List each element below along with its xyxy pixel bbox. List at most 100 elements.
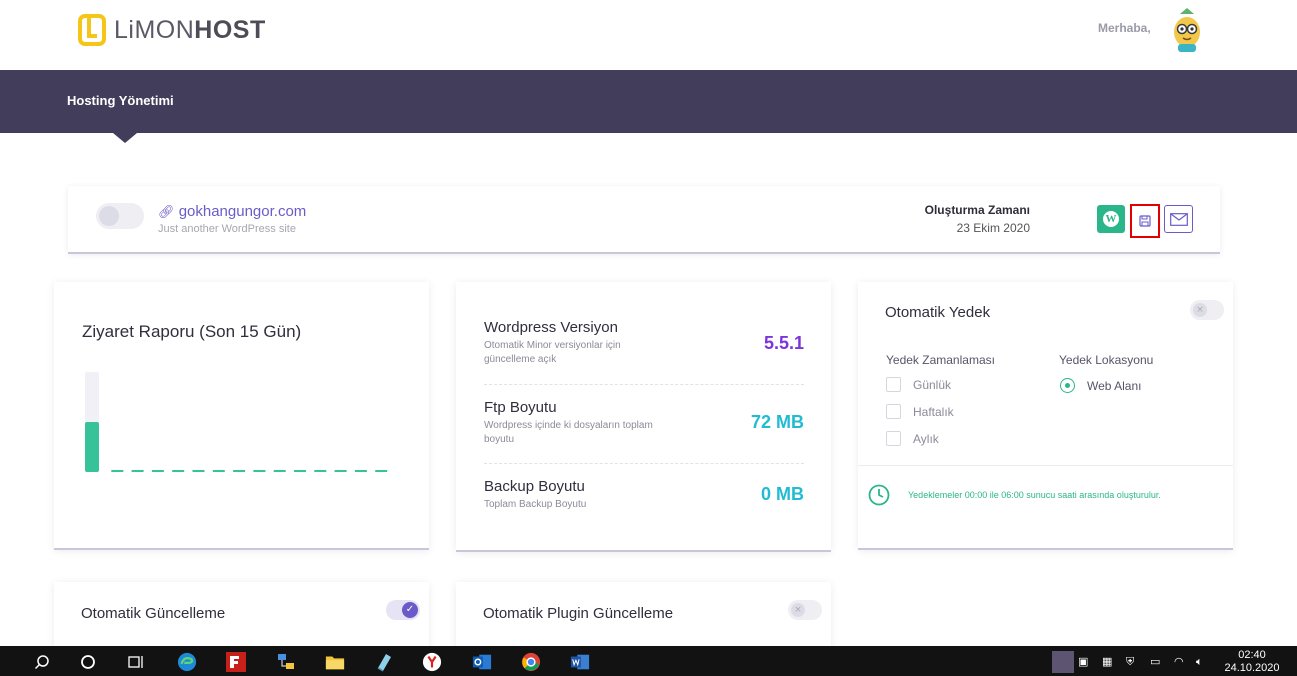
checkbox[interactable] — [886, 377, 901, 392]
chart-bar — [192, 470, 205, 472]
wp-version-desc: Otomatik Minor versiyonlar için güncelle… — [484, 340, 621, 365]
toggle-knob: × — [791, 603, 805, 617]
outlook-icon[interactable] — [472, 652, 492, 672]
top-header: LiMONHOST Merhaba, — [0, 0, 1297, 70]
chart-bar — [354, 470, 367, 472]
system-clock[interactable]: 02:40 24.10.2020 — [1222, 649, 1282, 675]
lemon-logo-icon — [78, 14, 106, 46]
nav-active-indicator — [113, 133, 137, 143]
chart-bar — [131, 470, 144, 472]
volume-icon[interactable]: 🔈︎ — [1196, 655, 1203, 669]
filezilla-icon[interactable] — [226, 652, 246, 672]
auto-backup-card: Otomatik Yedek × Yedek Zamanlaması Yedek… — [858, 282, 1233, 550]
tray-app-icon[interactable]: ▣ — [1078, 655, 1088, 668]
option-label: Haftalık — [913, 404, 954, 419]
tray-app-icon-2[interactable]: ▦ — [1102, 655, 1112, 668]
divider — [484, 463, 804, 464]
security-shield-icon[interactable]: ⛨ — [1126, 655, 1134, 669]
wordpress-button[interactable]: W — [1097, 205, 1125, 233]
option-weekly[interactable]: Haftalık — [886, 404, 954, 419]
auto-backup-title: Otomatik Yedek — [885, 304, 991, 321]
wp-version-row: Wordpress Versiyon Otomatik Minor versiy… — [484, 319, 804, 367]
backup-size-desc: Toplam Backup Boyutu — [484, 499, 587, 510]
auto-backup-toggle[interactable]: × — [1190, 300, 1224, 320]
pen-tray-icon[interactable] — [1052, 651, 1074, 673]
schedule-label: Yedek Zamanlaması — [886, 353, 995, 367]
visit-report-card: Ziyaret Raporu (Son 15 Gün) — [54, 282, 429, 550]
visit-report-title: Ziyaret Raporu (Son 15 Gün) — [82, 322, 302, 341]
ftp-size-value: 72 MB — [750, 412, 804, 432]
task-view-icon[interactable] — [126, 652, 146, 672]
search-icon[interactable] — [32, 652, 52, 672]
edge-icon[interactable] — [177, 652, 197, 672]
chart-bar — [375, 470, 388, 472]
cortana-icon[interactable] — [78, 652, 98, 672]
chart-bar — [334, 470, 347, 472]
check-icon: ✓ — [402, 602, 418, 618]
section-divider — [858, 465, 1233, 466]
mail-button[interactable] — [1164, 205, 1193, 233]
location-label: Yedek Lokasyonu — [1059, 353, 1154, 367]
chart-bar — [151, 470, 164, 472]
chart-bar — [212, 470, 225, 472]
option-label: Aylık — [913, 431, 939, 446]
save-button[interactable] — [1130, 204, 1160, 238]
auto-plugin-update-title: Otomatik Plugin Güncelleme — [483, 605, 674, 622]
yandex-browser-icon[interactable] — [422, 652, 442, 672]
battery-icon[interactable]: ▭ — [1150, 655, 1160, 668]
location-web-area[interactable]: Web Alanı — [1060, 378, 1141, 393]
file-explorer-icon[interactable] — [325, 652, 345, 672]
divider — [484, 384, 804, 385]
auto-update-toggle[interactable]: ✓ — [386, 600, 420, 620]
wp-version-value: 5.5.1 — [763, 333, 804, 353]
avatar[interactable] — [1166, 6, 1208, 54]
visit-chart — [85, 372, 388, 472]
chart-bar — [111, 470, 124, 472]
backup-size-row: Backup Boyutu Toplam Backup Boyutu 0 MB — [484, 478, 804, 512]
checkbox[interactable] — [886, 431, 901, 446]
site-link[interactable]: 🔗︎ gokhangungor.com — [158, 203, 306, 220]
windows-taskbar: ▣ ▦ ⛨ ▭ ◠ 🔈︎ 02:40 24.10.2020 — [0, 646, 1297, 676]
site-toggle[interactable] — [96, 203, 144, 229]
clock-time: 02:40 — [1238, 649, 1266, 661]
backup-note: Yedeklemeler 00:00 ile 06:00 sunucu saat… — [908, 490, 1161, 500]
created-value: 23 Ekim 2020 — [956, 221, 1030, 235]
network-app-icon[interactable] — [276, 652, 296, 672]
floppy-disk-icon — [1139, 215, 1151, 227]
created-label: Oluşturma Zamanı — [924, 203, 1030, 217]
site-bar: 🔗︎ gokhangungor.com Just another WordPre… — [68, 186, 1220, 254]
option-label: Günlük — [913, 377, 952, 392]
chart-bar — [172, 470, 185, 472]
nav-band: Hosting Yönetimi — [0, 70, 1297, 133]
chart-bar — [233, 470, 246, 472]
toggle-knob — [99, 206, 119, 226]
option-monthly[interactable]: Aylık — [886, 431, 939, 446]
notepad-app-icon[interactable] — [374, 652, 394, 672]
clock-date: 24.10.2020 — [1224, 662, 1280, 674]
auto-plugin-update-toggle[interactable]: × — [788, 600, 822, 620]
clock-icon — [868, 484, 890, 506]
backup-size-value: 0 MB — [760, 484, 804, 504]
chrome-icon[interactable] — [521, 652, 541, 672]
logo-text: LiMONHOST — [114, 15, 266, 44]
word-icon[interactable] — [570, 652, 590, 672]
ftp-size-row: Ftp Boyutu Wordpress içinde ki dosyaları… — [484, 399, 804, 447]
toggle-knob: × — [1193, 303, 1207, 317]
radio-button[interactable] — [1060, 378, 1075, 393]
location-option-label: Web Alanı — [1087, 378, 1142, 393]
wordpress-icon: W — [1103, 211, 1119, 227]
auto-update-title: Otomatik Güncelleme — [81, 605, 226, 622]
site-tagline: Just another WordPress site — [158, 223, 296, 235]
chart-bar — [294, 470, 306, 472]
nav-tab-hosting-management[interactable]: Hosting Yönetimi — [67, 93, 174, 108]
logo[interactable]: LiMONHOST — [78, 14, 266, 46]
site-domain: gokhangungor.com — [178, 203, 307, 220]
backup-size-name: Backup Boyutu — [484, 478, 585, 495]
checkbox[interactable] — [886, 404, 901, 419]
chart-bar — [85, 422, 99, 472]
option-daily[interactable]: Günlük — [886, 377, 951, 392]
envelope-icon — [1169, 212, 1188, 226]
wifi-icon[interactable]: ◠ — [1174, 655, 1184, 668]
ftp-size-desc: Wordpress içinde ki dosyaların toplam bo… — [484, 420, 653, 445]
chart-bar — [273, 470, 286, 472]
